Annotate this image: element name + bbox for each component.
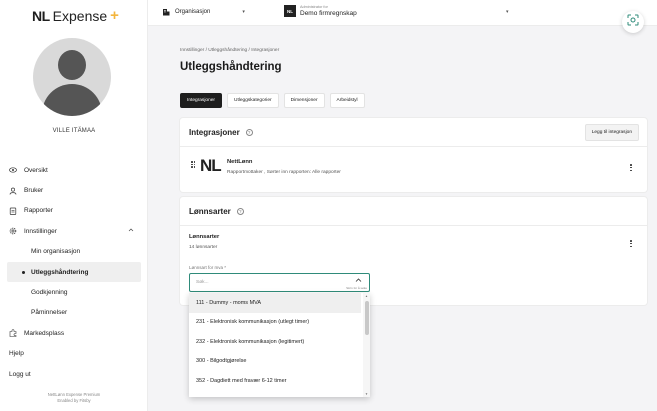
dropdown-option[interactable]: 231 - Elektronisk kommunikasjon (utlegt … xyxy=(189,313,361,333)
company-badge: NL xyxy=(284,5,296,17)
scroll-up-icon[interactable]: ▲ xyxy=(365,294,368,298)
sidebar-item-label: Utleggshåndtering xyxy=(31,268,89,276)
organization-label: Organisasjon xyxy=(175,9,211,15)
dropdown-option[interactable]: 352 - Dagdiett med fravær 6-12 timer xyxy=(189,371,361,391)
select-hint: Skriv for å søke xyxy=(346,286,367,290)
scroll-down-icon[interactable]: ▼ xyxy=(365,392,368,396)
sidebar-item-users[interactable]: Bruker xyxy=(0,180,148,200)
sidebar-item-overview[interactable]: Oversikt xyxy=(0,160,148,180)
avatar-head xyxy=(58,50,86,80)
breadcrumb: Innstillinger / Utleggshåndtering / Inte… xyxy=(180,48,280,53)
eye-icon xyxy=(9,166,17,174)
drag-handle-icon[interactable] xyxy=(191,161,197,169)
integration-name: NettLønn xyxy=(227,159,253,165)
tab-dimensions[interactable]: Dimensjoner xyxy=(283,93,325,108)
sidebar-item-label: Logg ut xyxy=(9,370,31,378)
vat-salary-type-select[interactable]: Søk... Skriv for å søke xyxy=(189,273,370,292)
sidebar-item-logout[interactable]: Logg ut xyxy=(0,364,148,384)
app-logo[interactable]: NL Expense + xyxy=(32,7,119,24)
scrollbar-thumb[interactable] xyxy=(364,301,369,335)
avatar[interactable] xyxy=(33,38,111,116)
sidebar-nav: Oversikt Bruker Rapporter Innstillinger … xyxy=(0,160,148,384)
caret-down-icon: ▾ xyxy=(242,9,245,15)
integrations-card: Integrasjoner ? Legg til integrasjon NL … xyxy=(180,118,647,192)
nettlonn-logo: NL xyxy=(200,156,222,175)
sidebar-item-label: Rapporter xyxy=(24,207,53,215)
sidebar-footer: NettLønn Expense Premium Enabled by Fits… xyxy=(0,392,148,404)
user-icon xyxy=(9,187,17,195)
more-options-icon[interactable] xyxy=(629,164,633,174)
building-icon xyxy=(162,8,170,16)
sidebar-item-reports[interactable]: Rapporter xyxy=(0,201,148,221)
more-options-icon[interactable] xyxy=(629,240,633,250)
vat-salary-type-label: Lønnsart for mva * xyxy=(189,265,227,270)
integration-row[interactable]: NL NettLønn Rapportmottaker , Sørter inn… xyxy=(180,147,647,191)
sidebar-item-label: Min organisasjon xyxy=(31,248,81,256)
salary-types-card: Lønnsarter ? Lønnsarter 14 lønnsarter Lø… xyxy=(180,197,647,305)
footer-line-2: Enabled by Fitsby xyxy=(57,398,91,403)
sidebar-item-reminders[interactable]: Påminnelser xyxy=(0,303,148,323)
dropdown-scrollbar[interactable]: ▲ ▼ xyxy=(363,293,370,397)
clipboard-icon xyxy=(9,207,17,215)
info-icon[interactable]: ? xyxy=(245,128,253,136)
integrations-header: Integrasjoner ? Legg til integrasjon xyxy=(180,118,647,147)
sidebar: NL Expense + VILLE ITÄMAA Oversikt Bruke… xyxy=(0,0,148,411)
dropdown-option[interactable]: 232 - Elektronisk kommunikasjon (legitim… xyxy=(189,332,361,352)
gear-icon xyxy=(9,227,17,235)
organization-selector[interactable]: Organisasjon ▾ xyxy=(162,8,245,16)
logo-mark: NL xyxy=(32,7,50,24)
caret-down-icon: ▾ xyxy=(506,9,509,15)
chevron-up-icon xyxy=(128,227,134,235)
add-integration-button[interactable]: Legg til integrasjon xyxy=(584,124,639,141)
sidebar-item-label: Godkjenning xyxy=(31,289,68,297)
salary-types-header: Lønnsarter ? xyxy=(180,197,647,226)
sidebar-item-label: Hjelp xyxy=(9,350,24,358)
sidebar-item-label: Markedsplass xyxy=(24,329,65,337)
scan-receipt-button[interactable] xyxy=(622,11,644,33)
sidebar-item-label: Innstillinger xyxy=(24,227,57,235)
scan-icon xyxy=(627,13,639,31)
sidebar-item-label: Påminnelser xyxy=(31,309,68,317)
settings-tabs: Integrasjoner Utleggskategorier Dimensjo… xyxy=(180,93,365,108)
sidebar-item-approval[interactable]: Godkjenning xyxy=(0,282,148,302)
salary-types-count: 14 lønnsarter xyxy=(189,245,218,250)
user-name: VILLE ITÄMAA xyxy=(52,128,96,134)
puzzle-icon xyxy=(9,329,17,338)
tab-expense-categories[interactable]: Utleggskategorier xyxy=(227,93,279,108)
sidebar-item-help[interactable]: Hjelp xyxy=(0,344,148,364)
sidebar-item-label: Oversikt xyxy=(24,166,48,174)
tab-integrations[interactable]: Integrasjoner xyxy=(180,93,222,108)
dropdown-option[interactable]: 111 - Dummy - moms MVA xyxy=(189,293,361,313)
company-selector[interactable]: NL Administrator for Demo firmregnskap ▾ xyxy=(284,5,509,17)
sidebar-item-my-org[interactable]: Min organisasjon xyxy=(0,242,148,262)
avatar-body xyxy=(42,84,102,116)
salary-types-subtitle: Lønnsarter xyxy=(189,234,220,240)
info-icon[interactable]: ? xyxy=(236,207,244,215)
company-name: Demo firmregnskap xyxy=(300,10,357,17)
sidebar-item-expense-handling[interactable]: Utleggshåndtering xyxy=(7,261,141,283)
sidebar-item-settings[interactable]: Innstillinger xyxy=(0,221,148,241)
page-title: Utleggshåndtering xyxy=(180,61,282,73)
dropdown-option[interactable]: 300 - Bilgodtgjørelse xyxy=(189,352,361,372)
sidebar-item-label: Bruker xyxy=(24,187,44,195)
integration-description: Rapportmottaker , Sørter inn rapporten: … xyxy=(227,170,341,175)
logo-plus: + xyxy=(110,7,119,24)
tab-work-type[interactable]: Arbeidstyl xyxy=(329,93,365,108)
select-placeholder: Søk... xyxy=(196,280,209,285)
top-bar: Organisasjon ▾ NL Administrator for Demo… xyxy=(148,0,657,26)
salary-type-dropdown: 111 - Dummy - moms MVA 231 - Elektronisk… xyxy=(189,293,370,397)
sidebar-item-marketplace[interactable]: Markedsplass xyxy=(0,323,148,343)
salary-types-title: Lønnsarter xyxy=(189,206,231,216)
integrations-title: Integrasjoner xyxy=(189,127,240,137)
chevron-up-icon[interactable] xyxy=(355,277,362,285)
logo-word: Expense xyxy=(52,7,108,24)
